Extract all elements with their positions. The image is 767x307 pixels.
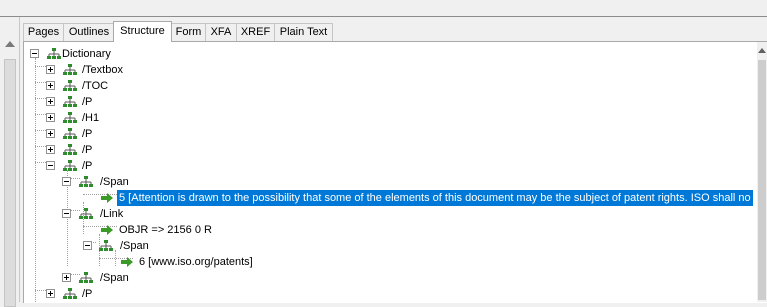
structure-tree-panel[interactable]: Dictionary /Textbox /TOC /P /H1 /P /P /P bbox=[23, 41, 767, 303]
left-scrollbar[interactable] bbox=[0, 17, 20, 307]
tree-node-label: /Span bbox=[100, 176, 129, 188]
tree-node-label: 5 [Attention is drawn to the possibility… bbox=[117, 190, 753, 206]
tab-xref[interactable]: XREF bbox=[236, 23, 275, 41]
structure-node-icon bbox=[63, 160, 77, 171]
structure-node-icon bbox=[63, 80, 77, 91]
structure-node-icon bbox=[63, 144, 77, 155]
vertical-scrollbar[interactable] bbox=[757, 42, 767, 302]
structure-node-icon bbox=[63, 112, 77, 123]
tab-pages[interactable]: Pages bbox=[23, 23, 64, 41]
expand-icon[interactable] bbox=[62, 273, 71, 282]
scroll-up-arrow-icon[interactable] bbox=[758, 48, 766, 53]
tree-node-label: OBJR => 2156 0 R bbox=[119, 224, 212, 236]
structure-node-icon bbox=[47, 48, 61, 59]
collapse-icon[interactable] bbox=[83, 241, 92, 250]
vertical-scrollbar-thumb[interactable] bbox=[758, 60, 766, 300]
content-arrow-icon bbox=[101, 225, 113, 235]
structure-node-icon bbox=[63, 64, 77, 75]
tree-connector bbox=[35, 58, 36, 303]
tree-node-label: /P bbox=[82, 144, 93, 156]
tree-node-label: /P bbox=[82, 160, 93, 172]
content-arrow-icon bbox=[121, 257, 133, 267]
tab-plain-text[interactable]: Plain Text bbox=[274, 23, 333, 41]
structure-node-icon bbox=[63, 96, 77, 107]
scroll-up-arrow-icon[interactable] bbox=[5, 41, 15, 47]
content-arrow-icon bbox=[101, 193, 113, 203]
expand-icon[interactable] bbox=[46, 113, 55, 122]
structure-node-icon bbox=[99, 240, 113, 251]
structure-node-icon bbox=[79, 176, 93, 187]
collapse-icon[interactable] bbox=[62, 177, 71, 186]
expand-icon[interactable] bbox=[46, 97, 55, 106]
structure-node-icon bbox=[79, 208, 93, 219]
expand-icon[interactable] bbox=[46, 65, 55, 74]
tree-node-label: /Span bbox=[100, 272, 129, 284]
tree-node-label: /Span bbox=[120, 240, 149, 252]
structure-node-icon bbox=[79, 272, 93, 283]
collapse-icon[interactable] bbox=[46, 161, 55, 170]
expand-icon[interactable] bbox=[46, 289, 55, 298]
tree-node-label: Dictionary bbox=[62, 48, 111, 60]
expand-icon[interactable] bbox=[46, 129, 55, 138]
tab-xfa[interactable]: XFA bbox=[205, 23, 237, 41]
expand-icon[interactable] bbox=[46, 81, 55, 90]
collapse-icon[interactable] bbox=[62, 209, 71, 218]
collapse-icon[interactable] bbox=[30, 49, 39, 58]
left-scrollbar-thumb[interactable] bbox=[4, 59, 16, 307]
tree-node-label: /Link bbox=[100, 208, 124, 220]
tree-node-label: /Textbox bbox=[82, 64, 123, 76]
window-top-bar bbox=[0, 0, 767, 17]
structure-node-icon bbox=[63, 128, 77, 139]
tree-node-label: /P bbox=[82, 96, 93, 108]
tree-node-label: /H1 bbox=[82, 112, 100, 124]
tree-node-label: 6 [www.iso.org/patents] bbox=[139, 256, 253, 268]
tree-node-selected[interactable]: 5 [Attention is drawn to the possibility… bbox=[24, 190, 767, 206]
tree-node-label: /P bbox=[82, 128, 93, 140]
tab-form[interactable]: Form bbox=[171, 23, 206, 41]
tree-node-label: /TOC bbox=[82, 80, 109, 92]
tab-structure[interactable]: Structure bbox=[113, 21, 172, 42]
tree-node-label: /P bbox=[82, 288, 93, 300]
expand-icon[interactable] bbox=[46, 145, 55, 154]
structure-node-icon bbox=[63, 288, 77, 299]
tab-outlines[interactable]: Outlines bbox=[63, 23, 115, 41]
